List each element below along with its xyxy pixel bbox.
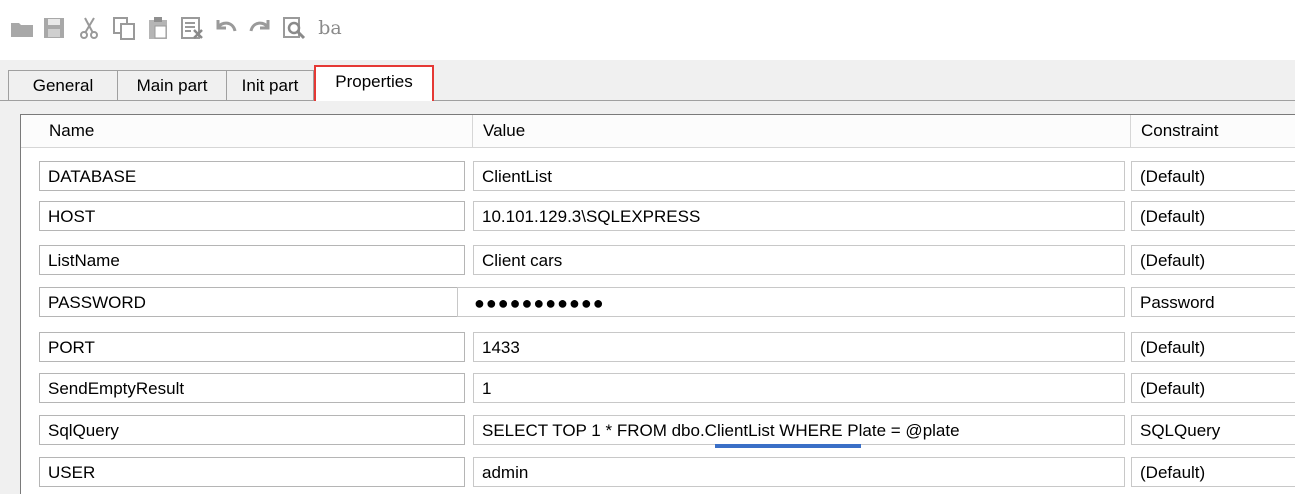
replace-text-icon[interactable]: ba: [316, 14, 344, 42]
property-row-sendemptyresult[interactable]: SendEmptyResult 1 (Default): [21, 371, 1295, 405]
open-folder-icon[interactable]: [8, 14, 36, 42]
property-row-user[interactable]: USER admin (Default): [21, 455, 1295, 489]
property-value[interactable]: 1433: [473, 332, 1125, 362]
property-value[interactable]: Client cars: [473, 245, 1125, 275]
tab-properties[interactable]: Properties: [314, 65, 434, 101]
property-value[interactable]: 10.101.129.3\SQLEXPRESS: [473, 201, 1125, 231]
property-row-listname[interactable]: ListName Client cars (Default): [21, 243, 1295, 277]
property-constraint[interactable]: (Default): [1131, 201, 1295, 231]
tab-general[interactable]: General: [8, 70, 118, 100]
cut-icon[interactable]: [76, 14, 104, 42]
column-header-constraint[interactable]: Constraint: [1131, 115, 1295, 147]
column-header-value[interactable]: Value: [473, 115, 1131, 147]
property-row-host[interactable]: HOST 10.101.129.3\SQLEXPRESS (Default): [21, 199, 1295, 233]
property-name: PASSWORD: [39, 287, 465, 317]
paste-icon[interactable]: [144, 14, 172, 42]
property-row-database[interactable]: DATABASE ClientList (Default): [21, 159, 1295, 193]
property-value[interactable]: 1: [473, 373, 1125, 403]
property-constraint[interactable]: Password: [1131, 287, 1295, 317]
replace-text-label: ba: [318, 17, 342, 39]
grid-header: Name Value Constraint: [21, 115, 1295, 148]
tab-label: Main part: [136, 76, 208, 95]
table-name-highlight: [715, 444, 861, 448]
property-row-password[interactable]: PASSWORD ●●●●●●●●●●● Password: [21, 285, 1295, 319]
tab-bar: General Main part Init part Properties: [0, 60, 1295, 102]
tab-init-part[interactable]: Init part: [226, 70, 314, 100]
property-row-port[interactable]: PORT 1433 (Default): [21, 330, 1295, 364]
property-value[interactable]: SELECT TOP 1 * FROM dbo.ClientList WHERE…: [473, 415, 1125, 445]
tab-main-part[interactable]: Main part: [117, 70, 227, 100]
property-row-sqlquery[interactable]: SqlQuery SELECT TOP 1 * FROM dbo.ClientL…: [21, 413, 1295, 448]
tab-divider: [0, 100, 1295, 101]
password-value[interactable]: ●●●●●●●●●●●: [457, 287, 1125, 317]
toolbar: ba: [0, 0, 1295, 60]
column-header-name[interactable]: Name: [39, 115, 473, 147]
redo-icon[interactable]: [246, 14, 274, 42]
property-value[interactable]: ClientList: [473, 161, 1125, 191]
save-icon[interactable]: [40, 14, 68, 42]
property-name: USER: [39, 457, 465, 487]
property-name: DATABASE: [39, 161, 465, 191]
find-icon[interactable]: [280, 14, 308, 42]
delete-icon[interactable]: [178, 14, 206, 42]
property-constraint[interactable]: SQLQuery: [1131, 415, 1295, 445]
property-constraint[interactable]: (Default): [1131, 161, 1295, 191]
property-value[interactable]: admin: [473, 457, 1125, 487]
properties-grid: Name Value Constraint DATABASE ClientLis…: [20, 114, 1295, 494]
tab-label: Init part: [241, 76, 299, 95]
property-constraint[interactable]: (Default): [1131, 457, 1295, 487]
property-constraint[interactable]: (Default): [1131, 245, 1295, 275]
property-name: SqlQuery: [39, 415, 465, 445]
property-name: HOST: [39, 201, 465, 231]
property-name: SendEmptyResult: [39, 373, 465, 403]
property-constraint[interactable]: (Default): [1131, 332, 1295, 362]
property-name: ListName: [39, 245, 465, 275]
tab-label: General: [32, 76, 94, 95]
property-constraint[interactable]: (Default): [1131, 373, 1295, 403]
undo-icon[interactable]: [212, 14, 240, 42]
tab-label: Properties: [335, 72, 413, 91]
copy-icon[interactable]: [110, 14, 138, 42]
property-name: PORT: [39, 332, 465, 362]
